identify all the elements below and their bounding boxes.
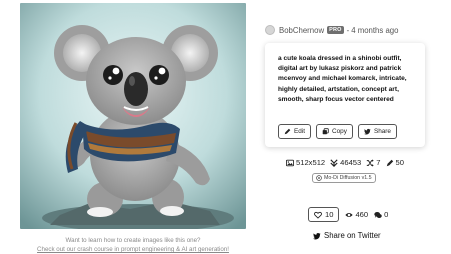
edit-button[interactable]: Edit xyxy=(278,124,312,139)
copy-button[interactable]: Copy xyxy=(316,124,353,139)
twitter-bird-icon xyxy=(363,128,371,135)
twitter-bird-icon xyxy=(313,232,321,239)
koala-artwork xyxy=(20,3,246,229)
comment-count[interactable]: 0 xyxy=(374,210,388,219)
like-button[interactable]: 10 xyxy=(308,207,340,222)
resolution-stat: 512x512 xyxy=(286,158,325,167)
share-button[interactable]: Share xyxy=(357,124,397,139)
eye-icon xyxy=(345,212,354,217)
image-stats: 512x512 46453 7 50 xyxy=(286,158,409,167)
avatar[interactable] xyxy=(265,25,275,35)
share-count-value: 7 xyxy=(376,158,381,167)
edit-button-label: Edit xyxy=(294,128,306,135)
shuffle-icon xyxy=(367,158,374,167)
pro-badge: PRO xyxy=(327,26,344,34)
view-count: 460 xyxy=(345,210,368,219)
comment-count-value: 0 xyxy=(384,210,389,219)
course-promo: Want to learn how to create images like … xyxy=(20,236,246,254)
view-count-value: 460 xyxy=(355,210,369,219)
copy-icon xyxy=(322,128,329,135)
model-badge[interactable]: Mo-Di Diffusion v1.5 xyxy=(312,173,376,183)
copy-button-label: Copy xyxy=(332,128,347,135)
remix-count: 46453 xyxy=(330,158,361,167)
edit-count-value: 50 xyxy=(395,158,404,167)
comments-icon xyxy=(374,211,382,218)
post-time: 4 months ago xyxy=(351,25,399,35)
share-on-twitter[interactable]: Share on Twitter xyxy=(313,231,381,240)
image-icon xyxy=(286,159,294,166)
heart-icon xyxy=(314,211,322,219)
remix-count-value: 46453 xyxy=(340,158,362,167)
promo-question: Want to learn how to create images like … xyxy=(65,237,201,244)
remix-icon xyxy=(330,158,338,167)
pencil-icon xyxy=(284,128,291,135)
model-label: Mo-Di Diffusion v1.5 xyxy=(324,175,372,181)
author-row: BobChernow PRO - 4 months ago xyxy=(265,24,398,36)
prompt-card: a cute koala dressed in a shinobi outfit… xyxy=(265,43,425,147)
pencil-icon xyxy=(386,159,393,166)
edit-count: 50 xyxy=(386,158,404,167)
share-count: 7 xyxy=(366,158,381,167)
author-name[interactable]: BobChernow xyxy=(279,26,324,35)
prompt-text: a cute koala dressed in a shinobi outfit… xyxy=(278,55,407,103)
model-icon xyxy=(316,175,322,181)
engagement-row: 10 460 0 xyxy=(308,207,394,222)
crash-course-link[interactable]: Check out our crash course in prompt eng… xyxy=(20,245,246,254)
time-separator: - xyxy=(346,25,350,35)
share-button-label: Share xyxy=(373,128,391,135)
twitter-share-label: Share on Twitter xyxy=(324,231,381,240)
resolution-value: 512x512 xyxy=(296,158,326,167)
generated-image[interactable] xyxy=(20,3,246,229)
prompt-actions: Edit Copy Share xyxy=(278,124,402,139)
like-count: 10 xyxy=(325,210,334,219)
